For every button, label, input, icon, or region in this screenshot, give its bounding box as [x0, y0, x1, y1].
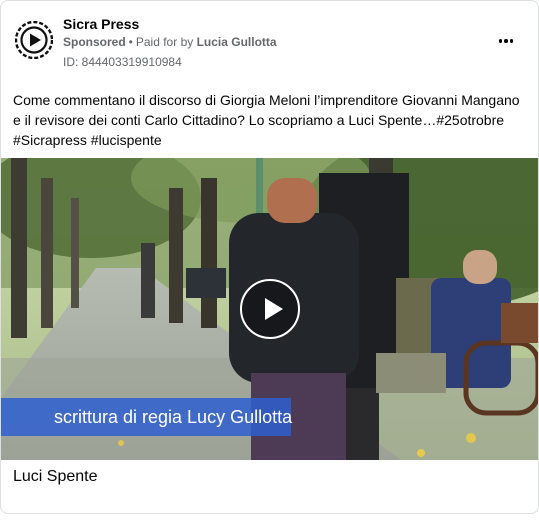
play-icon[interactable]: [240, 279, 300, 339]
video-overlay-text: scrittura di regia Lucy Gullotta: [54, 407, 293, 427]
ad-id: ID: 844403319910984: [63, 55, 182, 69]
paid-for-label: Paid for by: [135, 35, 194, 49]
page-logo-icon[interactable]: [14, 20, 54, 60]
separator-dot: •: [128, 35, 133, 49]
sponsored-line: Sponsored • Paid for by Lucia Gullotta: [63, 35, 277, 49]
link-title[interactable]: Luci Spente: [13, 468, 98, 486]
advertiser-name[interactable]: Lucia Gullotta: [197, 35, 277, 49]
sponsored-label: Sponsored: [63, 35, 126, 49]
ad-card: Sicra Press Sponsored • Paid for by Lucia …: [0, 0, 539, 514]
more-horizontal-icon[interactable]: [494, 33, 518, 49]
page-name[interactable]: Sicra Press: [63, 16, 139, 32]
post-text: Come commentano il discorso di Giorgia M…: [13, 92, 520, 148]
post-header: Sicra Press Sponsored • Paid for by Lucia …: [13, 13, 526, 73]
